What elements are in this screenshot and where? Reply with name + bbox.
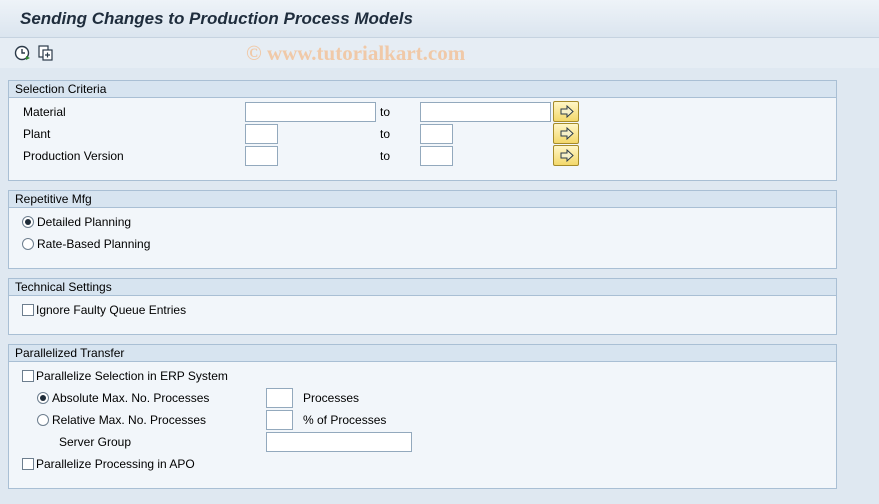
watermark: © www.tutorialkart.com [246,41,466,65]
title-bar: Sending Changes to Production Process Mo… [0,0,879,38]
absolute-max-processes-label: Absolute Max. No. Processes [52,391,210,405]
detailed-planning-radio[interactable] [22,216,34,228]
parallelize-processing-apo-label: Parallelize Processing in APO [36,457,195,471]
relative-max-processes-label: Relative Max. No. Processes [52,413,207,427]
plant-multiple-selection-button[interactable] [553,123,579,144]
detailed-planning-label: Detailed Planning [37,215,132,229]
execute-clock-icon[interactable] [14,44,32,62]
parallelized-transfer-title: Parallelized Transfer [9,345,836,362]
ignore-faulty-queue-entries-checkbox[interactable] [22,304,34,316]
plant-from-input[interactable] [245,124,278,144]
page-title: Sending Changes to Production Process Mo… [20,9,413,28]
plant-to-input[interactable] [420,124,453,144]
repetitive-mfg-panel: Repetitive Mfg Detailed Planning Rate-Ba… [8,190,837,269]
server-group-input[interactable] [266,432,412,452]
parallelized-transfer-panel: Parallelized Transfer Parallelize Select… [8,344,837,489]
technical-settings-title: Technical Settings [9,279,836,296]
repetitive-mfg-title: Repetitive Mfg [9,191,836,208]
relative-processes-unit: % of Processes [303,413,387,427]
material-to-input[interactable] [420,102,551,122]
arrow-right-icon [560,105,574,118]
absolute-max-processes-input[interactable] [266,388,293,408]
get-variant-icon[interactable] [37,44,55,62]
production-version-multiple-selection-button[interactable] [553,145,579,166]
server-group-label: Server Group [59,435,132,449]
rate-based-planning-label: Rate-Based Planning [37,237,151,251]
production-version-from-input[interactable] [245,146,278,166]
arrow-right-icon [560,127,574,140]
relative-max-processes-radio[interactable] [37,414,49,426]
material-label: Material [23,105,66,119]
plant-to-label: to [380,127,391,141]
parallelize-processing-apo-checkbox[interactable] [22,458,34,470]
material-multiple-selection-button[interactable] [553,101,579,122]
selection-criteria-panel: Selection Criteria Material to Plant to … [8,80,837,181]
absolute-max-processes-radio[interactable] [37,392,49,404]
selection-criteria-title: Selection Criteria [9,81,836,98]
parallelize-selection-checkbox[interactable] [22,370,34,382]
production-version-label: Production Version [23,149,124,163]
relative-max-processes-input[interactable] [266,410,293,430]
arrow-right-icon [560,149,574,162]
material-from-input[interactable] [245,102,376,122]
ignore-faulty-queue-entries-label: Ignore Faulty Queue Entries [36,303,187,317]
parallelize-selection-label: Parallelize Selection in ERP System [36,369,228,383]
production-version-to-label: to [380,149,391,163]
material-to-label: to [380,105,391,119]
production-version-to-input[interactable] [420,146,453,166]
plant-label: Plant [23,127,51,141]
technical-settings-panel: Technical Settings Ignore Faulty Queue E… [8,278,837,335]
absolute-processes-unit: Processes [303,391,360,405]
rate-based-planning-radio[interactable] [22,238,34,250]
